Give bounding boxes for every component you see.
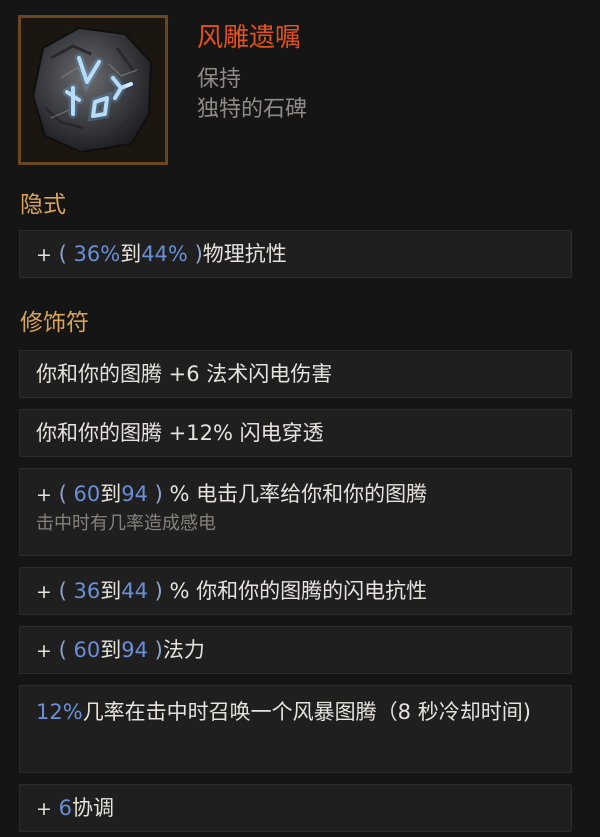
range-close: ) [154, 579, 163, 603]
item-icon-frame[interactable] [18, 15, 168, 165]
modifier-row-coordination: + 6协调 [19, 784, 572, 832]
chance-value: 12% [36, 700, 83, 724]
range-open: ( [58, 242, 67, 266]
modifier-line: + ( 60到94 ) % 电击几率给你和你的图腾 [36, 478, 571, 511]
modifier-line: + ( 36到44 ) % 你和你的图腾的闪电抗性 [36, 575, 571, 608]
modifier-text-block: 12%几率在击中时召唤一个风暴图腾（8 秒冷却时间) [36, 696, 566, 729]
plus-sign: + [36, 484, 52, 506]
range-max: 94 [121, 482, 148, 506]
implicit-heading: 隐式 [20, 192, 66, 218]
modifiers-heading: 修饰符 [20, 310, 89, 336]
modifier-text: 几率在击中时召唤一个风暴图腾（8 秒冷却时间) [82, 700, 531, 724]
modifier-row-shock-chance: + ( 60到94 ) % 电击几率给你和你的图腾 击中时有几率造成感电 [19, 468, 572, 556]
item-subtitle-type: 独特的石碑 [197, 97, 308, 122]
implicit-line: + ( 36%到44% )物理抗性 [36, 238, 571, 271]
rune-stone-icon [21, 18, 165, 162]
stat-name: % 你和你的图腾的闪电抗性 [169, 579, 428, 603]
range-max: 44% [141, 242, 188, 266]
plus-sign: + [36, 798, 52, 820]
plus-sign: + [36, 244, 52, 266]
range-max: 44 [121, 579, 148, 603]
plus-sign: + [36, 581, 52, 603]
item-name: 风雕遗嘱 [197, 23, 302, 53]
range-open: ( [58, 482, 67, 506]
item-subtitle-keep: 保持 [197, 67, 242, 92]
range-close: ) [194, 242, 203, 266]
modifier-row-lightning-damage: 你和你的图腾 +6 法术闪电伤害 [19, 350, 572, 398]
range-open: ( [58, 579, 67, 603]
modifier-text: 你和你的图腾 +12% 闪电穿透 [36, 421, 324, 445]
stat-name: 协调 [71, 796, 114, 820]
range-to: 到 [100, 638, 122, 662]
modifier-line: + 6协调 [36, 792, 571, 825]
modifier-row-storm-totem: 12%几率在击中时召唤一个风暴图腾（8 秒冷却时间) [19, 685, 572, 773]
plus-sign: + [36, 640, 52, 662]
stat-name: % 电击几率给你和你的图腾 [169, 482, 428, 506]
range-close: ) [154, 638, 163, 662]
range-to: 到 [100, 579, 122, 603]
range-min: 60 [73, 482, 101, 506]
modifier-text: 你和你的图腾 +6 法术闪电伤害 [36, 362, 333, 386]
range-min: 60 [73, 638, 101, 662]
range-to: 到 [120, 242, 142, 266]
item-header: 风雕遗嘱 保持 独特的石碑 [0, 0, 600, 180]
stat-value: 6 [58, 796, 72, 820]
range-max: 94 [121, 638, 148, 662]
modifier-line: + ( 60到94 )法力 [36, 634, 571, 667]
modifier-row-mana: + ( 60到94 )法力 [19, 626, 572, 674]
range-close: ) [154, 482, 163, 506]
range-to: 到 [100, 482, 122, 506]
implicit-row-physical-resist: + ( 36%到44% )物理抗性 [19, 230, 572, 278]
range-open: ( [58, 638, 67, 662]
range-min: 36 [73, 579, 101, 603]
modifier-row-lightning-penetration: 你和你的图腾 +12% 闪电穿透 [19, 409, 572, 457]
range-min: 36% [73, 242, 121, 266]
modifier-note: 击中时有几率造成感电 [36, 513, 216, 534]
stat-name: 物理抗性 [202, 242, 287, 266]
modifier-row-lightning-resist: + ( 36到44 ) % 你和你的图腾的闪电抗性 [19, 567, 572, 615]
stat-name: 法力 [162, 638, 205, 662]
